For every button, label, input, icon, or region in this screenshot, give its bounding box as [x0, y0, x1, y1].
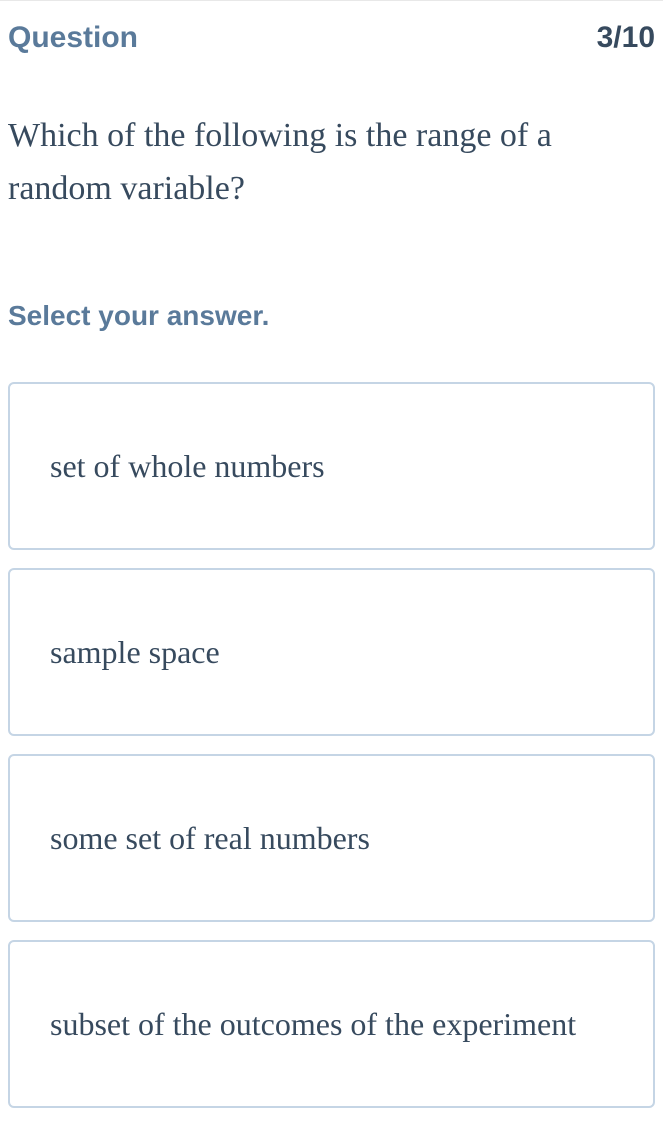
option-1[interactable]: set of whole numbers	[8, 382, 655, 550]
option-3-text: some set of real numbers	[50, 820, 370, 856]
instruction-text: Select your answer.	[0, 215, 663, 332]
options-list: set of whole numbers sample space some s…	[0, 332, 663, 1108]
option-3[interactable]: some set of real numbers	[8, 754, 655, 922]
question-label: Question	[8, 21, 138, 55]
option-2[interactable]: sample space	[8, 568, 655, 736]
option-4[interactable]: subset of the outcomes of the experiment	[8, 940, 655, 1108]
option-4-text: subset of the outcomes of the experiment	[50, 1006, 576, 1042]
option-1-text: set of whole numbers	[50, 448, 325, 484]
option-2-text: sample space	[50, 634, 220, 670]
question-text: Which of the following is the range of a…	[0, 55, 663, 215]
question-header: Question 3/10	[0, 0, 663, 55]
question-progress: 3/10	[597, 21, 655, 55]
